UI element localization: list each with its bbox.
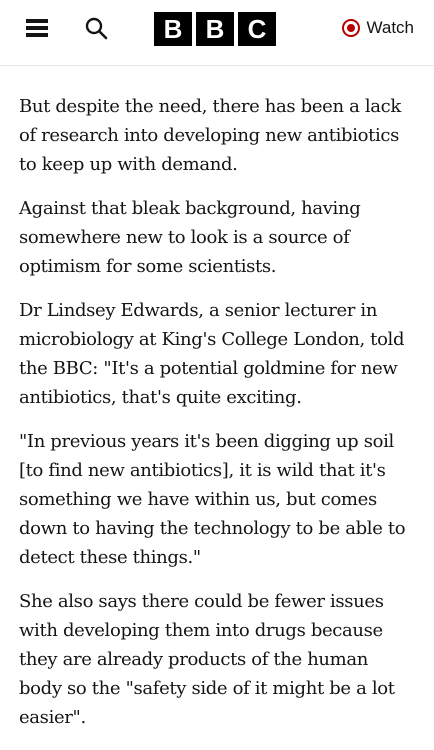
search-icon[interactable] xyxy=(84,16,108,40)
logo-letter: C xyxy=(238,12,276,46)
watch-button[interactable]: Watch xyxy=(342,17,414,39)
top-navigation-bar: B B C Watch xyxy=(0,0,434,66)
menu-icon[interactable] xyxy=(26,17,48,39)
article-paragraph: Dr Lindsey Edwards, a senior lecturer in… xyxy=(19,300,405,408)
article-paragraph: But despite the need, there has been a l… xyxy=(19,96,401,175)
bbc-logo[interactable]: B B C xyxy=(154,12,276,46)
article-paragraph: She also says there could be fewer issue… xyxy=(19,591,395,728)
article-paragraph: Against that bleak background, having so… xyxy=(19,198,361,277)
live-dot-icon xyxy=(342,19,361,37)
logo-letter: B xyxy=(154,12,192,46)
watch-label: Watch xyxy=(366,18,414,37)
logo-letter: B xyxy=(196,12,234,46)
article-body: But despite the need, there has been a l… xyxy=(19,92,415,747)
article-paragraph: "In previous years it's been digging up … xyxy=(19,431,406,568)
